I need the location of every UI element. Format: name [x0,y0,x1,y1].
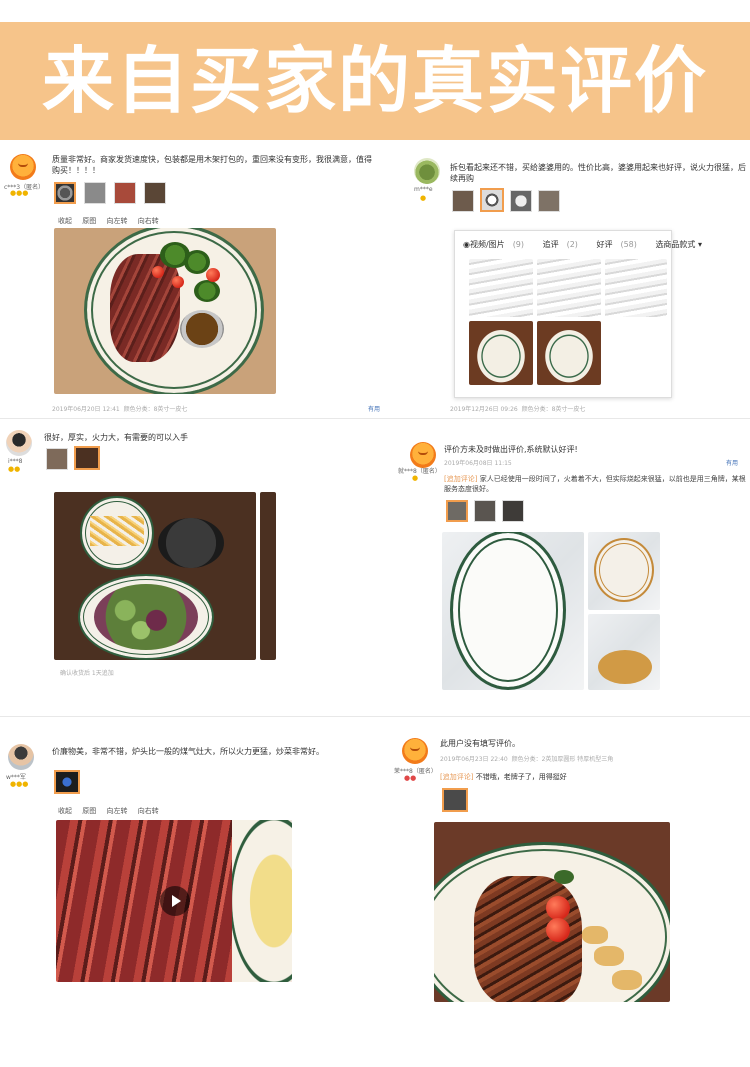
review-card: i***8 ●● 很好，厚实，火力大，有需要的可以入手 确认收货后 1天追加 [0,424,386,694]
banner-title: 来自买家的真实评价 [41,39,708,123]
avatar [410,442,436,468]
review-text: 质量非常好。商家发货速度快，包装都是用木架打包的，重回来没有变形，我很满意，值得… [52,155,372,175]
divider [0,418,750,419]
popup-photo[interactable] [469,321,533,385]
review-thumbnail[interactable] [46,448,68,470]
avatar [8,744,34,770]
popup-photo[interactable] [469,259,533,317]
review-photo[interactable] [588,614,660,690]
review-date: 2019年06月20日 12:41 颜色分类：8英寸一皮七 [52,406,188,413]
level-badge: ● [412,474,419,482]
rotate-right-button[interactable]: 向右转 [138,807,159,815]
tab-positive[interactable]: 好评 (58) [596,240,644,249]
popup-photo[interactable] [537,321,601,385]
review-thumbnail[interactable] [84,182,106,204]
review-photo[interactable] [260,492,276,660]
append-label: [追加评论] [444,475,478,483]
original-image-button[interactable]: 原图 [82,217,96,225]
review-date: 2019年12月26日 09:26 颜色分类：8英寸一皮七 [450,406,586,413]
append-review: [追加评论] 不错哦，老牌子了，用得挺好 [440,772,740,783]
review-thumbnail[interactable] [54,770,80,794]
review-text: 价廉物美，非常不错，炉头比一般的煤气灶大，所以火力更猛，炒菜非常好。 [52,747,324,756]
review-thumbnail[interactable] [538,190,560,212]
tab-followup[interactable]: 追评 (2) [543,240,586,249]
level-badge: ●● [8,465,21,473]
user-name: i***8 [8,458,23,465]
review-thumbnail[interactable] [502,500,524,522]
review-photo[interactable] [434,822,670,1002]
review-date: 确认收货后 1天追加 [60,670,114,677]
review-thumbnail[interactable] [114,182,136,204]
append-text: 家人已经使用一段时间了，火着着不大，但实际烧起来很猛，以前也是用三角牌，某根服务… [444,475,746,493]
review-thumbnail[interactable] [442,788,468,812]
review-filter-popup: ◉视频/图片 (9) 追评 (2) 好评 (58) 选商品款式 ▾ [454,230,702,398]
review-date: 2019年06月08日 11:15 [444,460,512,467]
useful-button[interactable]: 有用 [368,404,380,413]
append-text: 不错哦，老牌子了，用得挺好 [475,773,567,781]
collapse-button[interactable]: 收起 [58,807,72,815]
review-thumbnail[interactable] [510,190,532,212]
review-thumbnail[interactable] [54,182,76,204]
review-card: c***3（匿名） ●●● 质量非常好。商家发货速度快，包装都是用木架打包的，重… [0,148,386,416]
review-thumbnail[interactable] [452,190,474,212]
review-card: 茉***8（匿名） ●● 此用户没有填写评价。 2019年06月23日 22:4… [392,730,750,1010]
banner: 来自买家的真实评价 [0,22,750,140]
review-card: m***e ● 拆包看起来还不错，买给婆婆用的。性价比高，婆婆用起来也好评，说火… [392,148,750,416]
avatar [402,738,428,764]
image-toolbar: 收起 原图 向左转 向右转 [58,216,167,226]
user-name: m***e [414,186,433,193]
original-image-button[interactable]: 原图 [82,807,96,815]
review-thumbnail[interactable] [446,500,468,522]
divider [0,716,750,717]
review-thumbnail[interactable] [144,182,166,204]
play-icon[interactable] [160,886,190,916]
review-date: 2019年06月23日 22:40 颜色分类：2英加厚圆形 特厚机型三角 [440,756,614,763]
level-badge: ●● [404,774,417,782]
review-text: 拆包看起来还不错，买给婆婆用的。性价比高，婆婆用起来也好评，说火力很猛，后续再购 [450,163,746,183]
review-text: 此用户没有填写评价。 [440,739,520,748]
review-text: 评价方未及时做出评价,系统默认好评! [444,445,578,454]
review-photo[interactable] [588,532,660,610]
avatar [414,158,440,184]
rotate-right-button[interactable]: 向右转 [138,217,159,225]
append-label: [追加评论] [440,773,474,781]
useful-button[interactable]: 有用 [726,458,738,467]
review-thumbnail[interactable] [480,188,504,212]
review-text: 很好，厚实，火力大，有需要的可以入手 [44,433,188,442]
image-toolbar: 收起 原图 向左转 向右转 [58,806,167,816]
tab-media[interactable]: ◉视频/图片 (9) [463,240,532,249]
popup-photo[interactable] [537,259,601,317]
avatar [10,154,36,180]
collapse-button[interactable]: 收起 [58,217,72,225]
rotate-left-button[interactable]: 向左转 [106,217,127,225]
level-badge: ●●● [10,189,29,197]
user-name: 就***8（匿名） [398,468,441,475]
rotate-left-button[interactable]: 向左转 [106,807,127,815]
review-thumbnail[interactable] [474,500,496,522]
review-photo[interactable] [442,532,584,690]
review-card: w***军 ●●● 价廉物美，非常不错，炉头比一般的煤气灶大，所以火力更猛，炒菜… [0,736,386,996]
append-review: [追加评论] 家人已经使用一段时间了，火着着不大，但实际烧起来很猛，以前也是用三… [444,474,746,494]
review-photo[interactable] [54,492,256,660]
level-badge: ●●● [10,780,29,788]
level-badge: ● [420,194,427,202]
review-card: 就***8（匿名） ● 评价方未及时做出评价,系统默认好评! 2019年06月0… [392,424,750,714]
review-thumbnail[interactable] [74,446,100,470]
filter-tabs: ◉视频/图片 (9) 追评 (2) 好评 (58) 选商品款式 ▾ [463,239,718,250]
review-photo[interactable] [54,228,276,394]
review-video[interactable] [56,820,292,982]
popup-photo[interactable] [605,259,667,317]
style-dropdown[interactable]: 选商品款式 ▾ [655,240,710,249]
avatar [6,430,32,456]
